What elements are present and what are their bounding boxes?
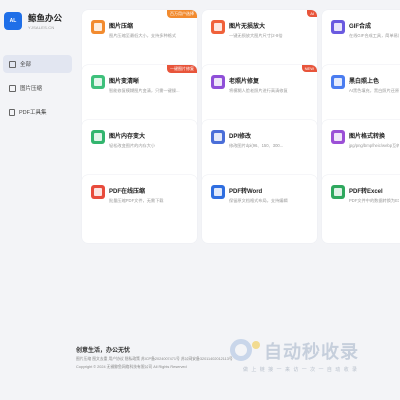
sidebar-item-label: PDF工具集 — [19, 110, 47, 116]
tool-desc: 保留原文档格式布局，支持编辑 — [229, 198, 288, 203]
sidebar-item-label: 全部 — [20, 62, 32, 68]
image-icon — [9, 84, 16, 92]
tool-title: GIF合成 — [349, 24, 371, 30]
sidebar-item-all[interactable]: 全部 — [3, 55, 72, 73]
tool-desc: jpg/png/bmp/heic/webp互转 — [349, 143, 399, 148]
brand-logo[interactable]: AL 鲸鱼办公 YJSALES.CN — [4, 12, 62, 30]
brand-subtitle: YJSALES.CN — [28, 25, 55, 30]
tool-title: 图片变清晰 — [109, 79, 140, 85]
tool-desc: AI黑色填充，黑白照片还原彩色 — [349, 88, 399, 93]
dpi-icon — [211, 130, 225, 144]
tool-desc: 批量压缩PDF文件，无需下载 — [109, 198, 164, 203]
tool-title: 图片内存变大 — [109, 134, 146, 140]
tool-badge: AI — [307, 10, 317, 17]
sidebar-item-label: 图片压缩 — [20, 86, 43, 92]
home-icon — [9, 60, 16, 68]
sidebar-item-image-compress[interactable]: 图片压缩 — [3, 79, 72, 97]
tool-title: 图片压缩 — [109, 24, 134, 30]
sidebar: AL 鲸鱼办公 YJSALES.CN 全部 图片压缩 PDF工具集 — [0, 0, 75, 340]
tool-title: 图片格式转换 — [349, 134, 386, 140]
brand-text: 鲸鱼办公 YJSALES.CN — [28, 12, 62, 30]
photo-restore-icon — [211, 75, 225, 89]
pdf-to-excel-icon — [331, 185, 345, 199]
tool-desc: 修改图片dpi(96、150、300... — [229, 143, 284, 148]
tool-desc: 将模糊人脸老照片进行高清修复 — [229, 88, 288, 93]
tool-desc: 在线GIF合成工具，简单易用 — [349, 33, 399, 38]
pdf-to-word-icon — [211, 185, 225, 199]
tool-title: PDF在线压缩 — [109, 189, 146, 195]
sidebar-nav: 全部 图片压缩 PDF工具集 — [0, 55, 75, 127]
watermark-subtext: 做 上 链 接 一 来 访 一 次 一 自 动 收 录 — [243, 367, 359, 373]
tool-card-pdf-compress[interactable]: PDF在线压缩 批量压缩PDF文件，无需下载 — [82, 175, 197, 243]
tool-desc: 图片压缩至最低大小，支持多种格式 — [109, 33, 177, 38]
tool-card-pdf-to-excel[interactable]: PDF转Excel PDF文件中的数据转换为EXCEL — [322, 175, 400, 243]
tool-title: PDF转Word — [229, 189, 263, 195]
image-size-icon — [91, 130, 105, 144]
tool-badge: NEW — [301, 65, 317, 72]
tool-badge: 百万用户选择 — [167, 10, 197, 18]
gif-icon — [331, 20, 345, 34]
format-convert-icon — [331, 130, 345, 144]
tool-badge: 一键图片修复 — [167, 65, 197, 73]
watermark: 自动秒收录 — [230, 337, 359, 365]
watermark-logo-icon — [230, 337, 264, 365]
pdf-icon — [9, 108, 15, 116]
tool-title: PDF转Excel — [349, 189, 383, 195]
sidebar-item-pdf-tools[interactable]: PDF工具集 — [3, 103, 72, 121]
image-compress-icon — [91, 20, 105, 34]
colorize-icon — [331, 75, 345, 89]
tool-desc: PDF文件中的数据转换为EXCEL — [349, 198, 399, 203]
image-sharpen-icon — [91, 75, 105, 89]
tool-title: DPI修改 — [229, 134, 252, 140]
brand-name: 鲸鱼办公 — [28, 13, 63, 23]
tool-card-pdf-to-word[interactable]: PDF转Word 保留原文档格式布局，支持编辑 — [202, 175, 317, 243]
pdf-compress-icon — [91, 185, 105, 199]
image-enlarge-icon — [211, 20, 225, 34]
tool-title: 图片无损放大 — [229, 24, 266, 30]
logo-icon: AL — [4, 12, 22, 30]
tool-desc: 轻松改变图片的内存大小 — [109, 143, 156, 148]
tool-title: 老照片修复 — [229, 79, 260, 85]
tool-desc: 智能修复模糊图片变清，只需一键操... — [109, 88, 180, 93]
tool-desc: 一键无损放大图片尺寸(2-8倍 — [229, 33, 283, 38]
watermark-text: 自动秒收录 — [264, 342, 359, 362]
tool-title: 黑白照上色 — [349, 79, 380, 85]
